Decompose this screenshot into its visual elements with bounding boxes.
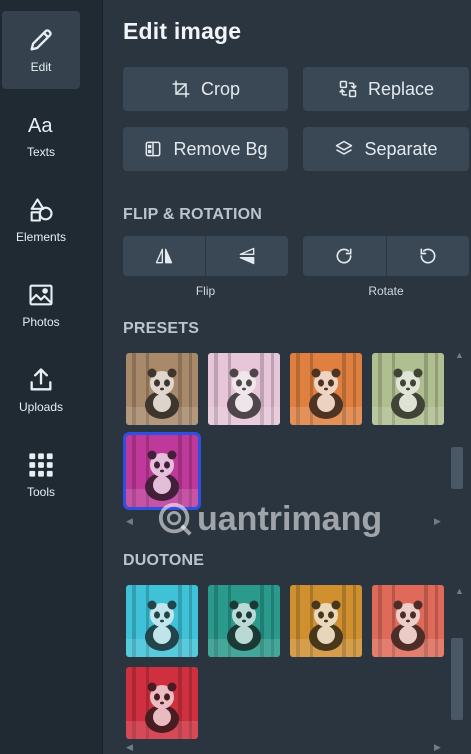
rail-item-tools[interactable]: Tools [2,436,80,514]
replace-icon [339,80,357,98]
duotone-thumbnail-red-navy[interactable] [126,667,198,739]
panda-image [208,585,280,657]
flip-group [123,236,288,276]
rotate-clockwise-icon [336,248,352,264]
grid-icon [29,453,53,477]
rail-item-label: Elements [15,230,67,244]
rotate-group [303,236,469,276]
rotate-counterclockwise-button[interactable] [385,236,470,276]
remove-bg-button[interactable]: Remove Bg [123,127,288,171]
panda-image [126,435,198,507]
crop-button[interactable]: Crop [123,67,288,111]
image-icon [29,284,53,306]
rotate-clockwise-button[interactable] [303,236,386,276]
preset-thumbnail-magenta-night[interactable] [123,432,201,510]
duotone-heading: DUOTONE [123,552,205,569]
panel-title: Edit image [123,18,242,44]
rail-item-elements[interactable]: Elements [2,181,80,259]
watermark-text: uantrimang [197,500,383,538]
edit-image-panel: Edit image Crop Replace Remove Bg Separa… [104,0,471,754]
shapes-icon [30,198,53,222]
duotone-thumbnail-teal[interactable] [208,585,280,657]
flip-horizontal-icon [155,248,173,264]
duotone-thumbnail-coral[interactable] [372,585,444,657]
presets-scrollbar-thumb[interactable] [451,447,463,489]
upload-icon [30,368,52,391]
remove-bg-icon [146,141,161,157]
flip-vertical-icon [239,247,255,265]
left-rail: Edit Aa Texts Elements Photos Uploads To… [0,0,103,754]
preset-thumbnail-warm-orange[interactable] [290,353,362,425]
flip-rotation-heading: FLIP & ROTATION [123,206,262,223]
crop-icon [172,80,190,98]
rail-item-label: Edit [30,60,52,74]
presets-scroll-up-arrow[interactable]: ▲ [455,350,464,360]
rail-item-label: Photos [22,315,60,329]
rail-item-edit[interactable]: Edit [2,11,80,89]
layers-icon [336,140,353,155]
panda-image [208,353,280,425]
rail-item-uploads[interactable]: Uploads [2,351,80,429]
crop-label: Crop [200,78,240,99]
duotone-scroll-right-arrow[interactable]: ▶ [434,742,441,753]
rotate-caption: Rotate [368,284,404,298]
preset-thumbnail-green-purple[interactable] [372,353,444,425]
flip-caption: Flip [195,284,216,298]
rotate-counterclockwise-icon [420,248,436,264]
separate-label: Separate [364,138,438,159]
replace-button[interactable]: Replace [303,67,469,111]
duotone-thumbnail-cyan-blue[interactable] [126,585,198,657]
panda-image [290,585,362,657]
panda-image [290,353,362,425]
presets-scroll-right-arrow[interactable]: ▶ [434,516,441,527]
rail-item-label: Tools [26,485,55,499]
flip-vertical-button[interactable] [205,236,288,276]
remove-bg-label: Remove Bg [173,138,268,159]
duotone-scrollbar-thumb[interactable] [451,638,463,720]
panda-image [372,353,444,425]
panda-image [372,585,444,657]
panda-image [126,585,198,657]
panda-image [126,667,198,739]
rail-item-label: Uploads [18,400,64,414]
rail-item-texts[interactable]: Aa Texts [2,96,80,174]
duotone-scroll-up-arrow[interactable]: ▲ [455,586,464,596]
duotone-scroll-left-arrow[interactable]: ◀ [126,742,133,753]
presets-scroll-left-arrow[interactable]: ◀ [126,516,133,527]
flip-horizontal-button[interactable] [123,236,205,276]
rail-item-label: Texts [26,145,55,159]
preset-thumbnail-bright[interactable] [208,353,280,425]
panda-image [126,353,198,425]
replace-label: Replace [367,78,435,99]
preset-thumbnail-original[interactable] [126,353,198,425]
svg-text:Aa: Aa [28,115,53,137]
presets-heading: PRESETS [123,320,200,337]
separate-button[interactable]: Separate [303,127,469,171]
pencil-icon [30,29,52,51]
text-icon: Aa [28,115,53,137]
rail-item-photos[interactable]: Photos [2,266,80,344]
duotone-thumbnail-amber-brown[interactable] [290,585,362,657]
